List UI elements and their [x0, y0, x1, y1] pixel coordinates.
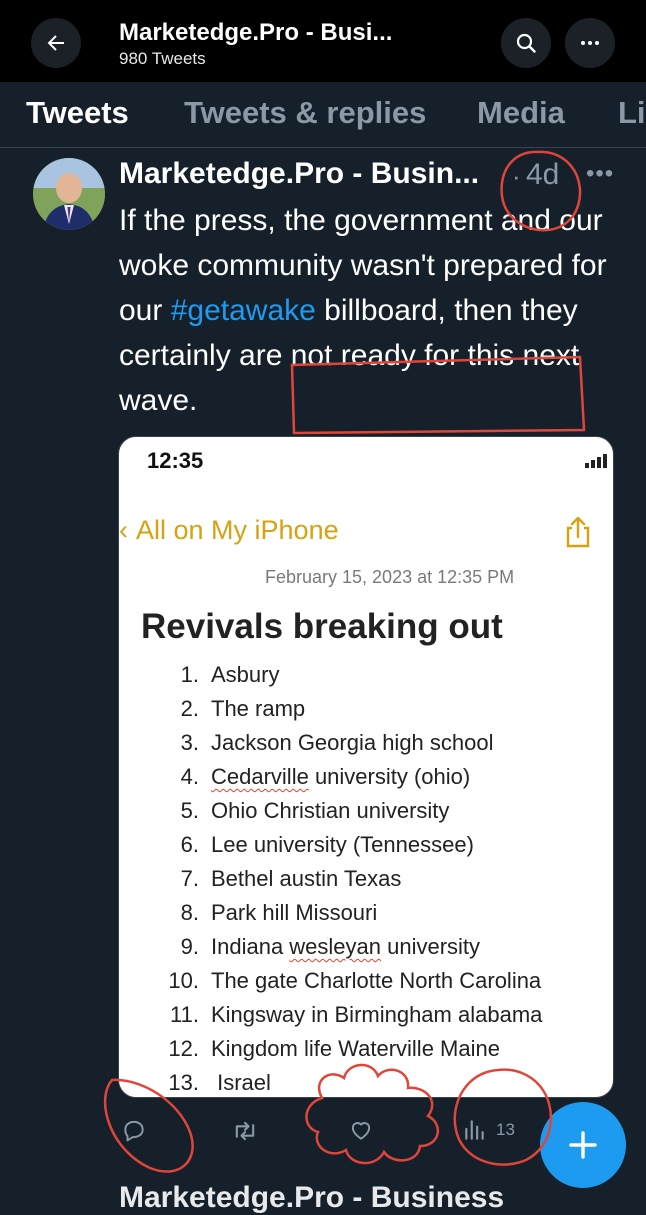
notes-list-item: 2. The ramp — [149, 692, 542, 726]
notes-item-text: Ohio Christian university — [211, 798, 450, 823]
notes-title: Revivals breaking out — [141, 607, 503, 646]
tweet-time[interactable]: 4d — [526, 158, 559, 192]
notes-item-number: 5. — [180, 798, 199, 823]
tab-media[interactable]: Media — [477, 95, 565, 131]
tweet-more-icon[interactable]: ••• — [586, 160, 614, 188]
plus-icon — [569, 1131, 597, 1159]
notes-item-text: university — [381, 934, 481, 959]
heart-icon — [351, 1122, 371, 1140]
notes-item-text: Lee university (Tennessee) — [211, 832, 474, 857]
notes-item-number: 12. — [168, 1036, 199, 1061]
notes-item-number: 11. — [170, 1002, 199, 1027]
search-button[interactable] — [501, 18, 551, 68]
more-button[interactable] — [565, 18, 615, 68]
notes-list-item: 13. Israel — [149, 1066, 542, 1097]
notes-list-item: 1. Asbury — [149, 658, 542, 692]
tab-tweets[interactable]: Tweets — [26, 95, 129, 131]
profile-tabs: Tweets Tweets & replies Media Li — [0, 82, 646, 148]
notes-item-number: 7. — [180, 866, 199, 891]
notes-item-text: Asbury — [211, 662, 280, 687]
notes-item-text: Jackson Georgia high school — [211, 730, 494, 755]
retweet-icon — [235, 1121, 255, 1141]
tab-tweets-replies[interactable]: Tweets & replies — [184, 95, 426, 131]
notes-list-item: 7. Bethel austin Texas — [149, 862, 542, 896]
back-button[interactable] — [31, 18, 81, 68]
notes-item-text: Kingsway in Birmingham alabama — [211, 1002, 543, 1027]
next-tweet-author[interactable]: Marketedge.Pro - Business — [119, 1181, 504, 1215]
notes-list-item: 10. The gate Charlotte North Carolina — [149, 964, 542, 998]
notes-item-number: 10. — [168, 968, 199, 993]
retweet-button[interactable] — [231, 1117, 259, 1145]
arrow-left-icon — [47, 35, 64, 51]
notes-item-number: 8. — [180, 900, 199, 925]
notes-item-text: Bethel austin Texas — [211, 866, 402, 891]
notes-status-time: 12:35 — [147, 448, 204, 473]
notes-item-text: The ramp — [211, 696, 306, 721]
notes-back-label: All on My iPhone — [136, 515, 339, 545]
notes-item-number: 4. — [180, 764, 199, 789]
notes-date: February 15, 2023 at 12:35 PM — [265, 567, 515, 587]
notes-item-number: 9. — [180, 934, 199, 959]
tweet-media-image[interactable]: 12:35 ‹ All on My iPhone February 15, 202… — [118, 436, 614, 1098]
tweet-author[interactable]: Marketedge.Pro - Busin... — [119, 157, 509, 191]
notes-list-item: 4. Cedarville university (ohio) — [149, 760, 542, 794]
notes-list-item: 5. Ohio Christian university — [149, 794, 542, 828]
profile-header: Marketedge.Pro - Busi... 980 Tweets — [0, 0, 646, 82]
spellcheck-underlined-word: wesleyan — [289, 934, 382, 959]
notes-back-link: ‹ All on My iPhone — [119, 515, 339, 546]
notes-item-text: university (ohio) — [308, 764, 471, 789]
notes-list-item: 6. Lee university (Tennessee) — [149, 828, 542, 862]
notes-item-number: 2. — [180, 696, 199, 721]
notes-item-text: The gate Charlotte North Carolina — [211, 968, 542, 993]
notes-list-item: 11. Kingsway in Birmingham alabama — [149, 998, 542, 1032]
spellcheck-underlined-word: Cedarville — [211, 764, 309, 789]
compose-tweet-button[interactable] — [540, 1102, 626, 1188]
chevron-left-icon: ‹ — [119, 515, 128, 545]
tweet-text: If the press, the government and our wok… — [119, 198, 619, 423]
more-horizontal-icon — [581, 41, 599, 45]
notes-item-text: Kingdom life Waterville Maine — [211, 1036, 500, 1061]
views-count: 13 — [496, 1120, 515, 1139]
notes-item-number: 6. — [180, 832, 199, 857]
notes-item-number: 3. — [180, 730, 199, 755]
time-separator: · — [512, 161, 521, 191]
avatar-photo — [33, 158, 105, 230]
signal-icon — [585, 454, 607, 468]
search-icon — [516, 33, 536, 53]
notes-item-number: 13. — [168, 1070, 199, 1095]
views-chart-icon — [465, 1120, 484, 1140]
notes-item-text: Israel — [211, 1070, 271, 1095]
views-button[interactable]: 13 — [462, 1117, 515, 1143]
notes-list-item: 8. Park hill Missouri — [149, 896, 542, 930]
notes-item-text: Indiana — [211, 934, 290, 959]
share-icon — [566, 516, 590, 548]
reply-icon — [124, 1120, 144, 1142]
header-title: Marketedge.Pro - Busi... — [119, 19, 393, 46]
reply-button[interactable] — [121, 1117, 147, 1143]
notes-list-item: 3. Jackson Georgia high school — [149, 726, 542, 760]
tab-likes[interactable]: Li — [618, 95, 646, 131]
notes-list-item: 12. Kingdom life Waterville Maine — [149, 1032, 542, 1066]
like-button[interactable] — [348, 1117, 374, 1143]
avatar[interactable] — [33, 158, 105, 230]
notes-list: 1. Asbury 2. The ramp 3. Jackson Georgia high… — [149, 658, 542, 1097]
notes-list-item: 9. Indiana wesleyan university — [149, 930, 542, 964]
notes-item-number: 1. — [180, 662, 199, 687]
notes-item-text: Park hill Missouri — [211, 900, 378, 925]
tweet-count: 980 Tweets — [119, 49, 206, 68]
hashtag-link[interactable]: #getawake — [171, 294, 316, 327]
